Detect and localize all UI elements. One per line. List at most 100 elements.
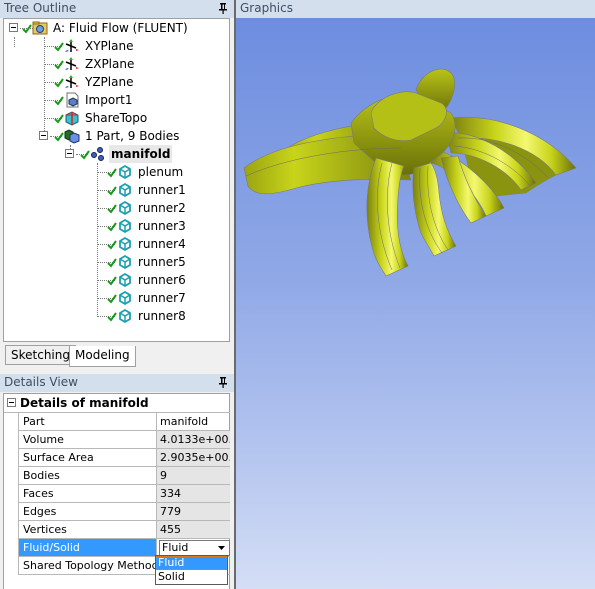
check-icon [54,78,64,88]
check-icon [107,168,117,178]
details-value: 455 [157,521,230,538]
details-group-title: Details of manifold [20,396,149,410]
details-value: 4.0133e+00... [157,431,230,448]
tree-outline[interactable]: A: Fluid Flow (FLUENT) XYPlane ZXPlane Y… [3,18,230,342]
check-icon [107,312,117,322]
check-icon [54,60,64,70]
fluid-body-icon [119,182,131,198]
parts-bodies-icon [64,129,80,144]
fluid-solid-select[interactable]: Fluid [159,540,230,556]
fluid-body-icon [119,272,131,288]
check-icon [107,294,117,304]
details-key: Fluid/Solid [18,539,157,556]
details-row[interactable]: Volume4.0133e+00... [18,431,230,449]
details-value: 334 [157,485,230,502]
collapse-toggle[interactable] [7,398,16,407]
import-icon [66,92,79,108]
details-row[interactable]: Surface Area2.9035e+00... [18,449,230,467]
tree-node-label: runner1 [138,183,186,197]
tree-node-label: runner2 [138,201,186,215]
tree-node-label: A: Fluid Flow (FLUENT) [53,21,188,35]
details-key: Vertices [18,521,157,538]
multibody-part-icon [91,147,104,161]
check-icon [54,42,64,52]
details-key: Faces [18,485,157,502]
tree-node-label: runner5 [138,255,186,269]
pin-icon[interactable] [218,2,228,14]
details-table: PartmanifoldVolume4.0133e+00...Surface A… [18,413,230,575]
tree-node-label: ShareTopo [85,111,148,125]
tree-node-label: manifold [109,145,173,163]
details-row[interactable]: Edges 779 [18,503,230,521]
plane-axes-icon [65,39,79,52]
fluid-body-icon [119,200,131,216]
details-view-title: Details View [4,375,78,389]
graphics-header: Graphics [236,0,595,18]
dropdown-option-solid[interactable]: Solid [156,570,227,584]
fluid-body-icon [119,254,131,270]
mode-tabs: Sketching Modeling [3,345,230,367]
fluid-body-icon [119,290,131,306]
check-icon [54,114,64,124]
details-value: 779 [157,503,230,520]
fluid-body-icon [119,164,131,180]
details-value: 9 [157,467,230,484]
details-key: Volume [18,431,157,448]
graphics-title: Graphics [240,1,293,15]
collapse-toggle[interactable] [9,23,18,32]
check-icon [107,222,117,232]
check-icon [107,204,117,214]
check-icon [22,24,32,34]
check-icon [107,186,117,196]
design-modeler-window: Tree Outline A: Fluid Flow (FLUENT) XYPl… [0,0,595,589]
details-row[interactable]: Vertices 455 [18,521,230,539]
details-key: Surface Area [18,449,157,466]
check-icon [54,96,64,106]
tree-node-label: plenum [138,165,184,179]
plane-axes-icon [65,75,79,88]
tab-modeling[interactable]: Modeling [69,346,136,367]
fluid-body-icon [119,308,131,324]
share-topology-icon [65,111,79,126]
graphics-viewport[interactable] [236,18,595,589]
details-key: Shared Topology Method [18,557,157,574]
pin-icon[interactable] [218,376,228,388]
tree-node-label: runner7 [138,291,186,305]
project-icon [32,21,48,35]
fluid-solid-dropdown-list[interactable]: Fluid Solid [155,555,228,585]
details-key: Part [18,413,157,430]
dropdown-option-fluid[interactable]: Fluid [156,556,227,570]
tree-node-label: Import1 [85,93,133,107]
details-group-header[interactable]: Details of manifold [4,394,230,413]
check-icon [80,150,90,160]
left-pane: Tree Outline A: Fluid Flow (FLUENT) XYPl… [0,0,234,589]
details-row[interactable]: Part manifold [18,413,230,431]
tree-node-label: runner4 [138,237,186,251]
collapse-toggle[interactable] [65,149,74,158]
tree-node-label: runner6 [138,273,186,287]
fluid-body-icon [119,218,131,234]
tab-sketching[interactable]: Sketching [5,345,76,365]
tree-node-label: 1 Part, 9 Bodies [85,129,180,143]
tree-outline-title: Tree Outline [4,1,77,15]
tree-node-label: ZXPlane [85,57,135,71]
manifold-model [243,68,577,277]
chevron-down-icon[interactable] [215,542,228,554]
check-icon [54,132,64,142]
tree-outline-header: Tree Outline [0,0,234,18]
details-row[interactable]: Bodies 9 [18,467,230,485]
plane-axes-icon [65,57,79,70]
check-icon [107,276,117,286]
details-row[interactable]: Faces 334 [18,485,230,503]
details-value: manifold [160,415,209,428]
collapse-toggle[interactable] [39,131,48,140]
check-icon [107,258,117,268]
check-icon [107,240,117,250]
details-key: Edges [18,503,157,520]
details-view-header: Details View [0,374,234,392]
tree-node-label: runner8 [138,309,186,323]
details-key: Bodies [18,467,157,484]
details-value: 2.9035e+00... [157,449,230,466]
tree-node-label: YZPlane [85,75,134,89]
tree-node-label: runner3 [138,219,186,233]
